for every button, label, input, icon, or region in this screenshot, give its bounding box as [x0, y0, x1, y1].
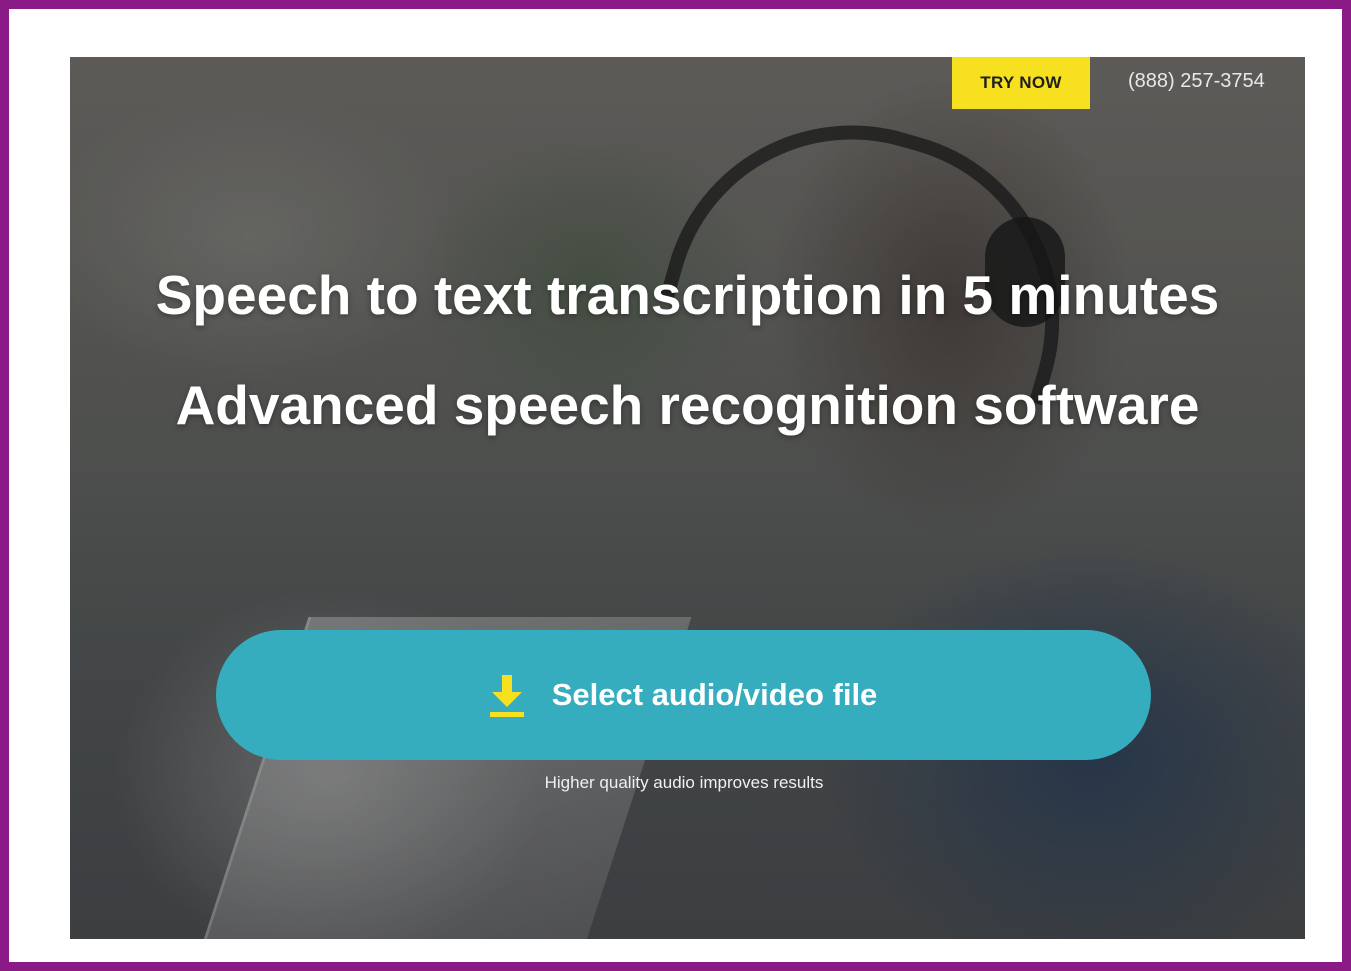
headline-primary: Speech to text transcription in 5 minute… — [155, 264, 1220, 326]
select-file-label: Select audio/video file — [551, 677, 878, 712]
hero-section: TRY NOW (888) 257-3754 Speech to text tr… — [70, 57, 1305, 939]
select-file-button[interactable]: Select audio/video file — [216, 630, 1151, 760]
headline-secondary: Advanced speech recognition software — [175, 374, 1200, 436]
download-icon — [489, 675, 524, 717]
audio-quality-hint: Higher quality audio improves results — [544, 773, 824, 792]
try-now-button[interactable]: TRY NOW — [952, 57, 1090, 109]
hero-overlay — [70, 57, 1305, 939]
phone-number[interactable]: (888) 257-3754 — [1128, 69, 1265, 93]
page-frame: TRY NOW (888) 257-3754 Speech to text tr… — [0, 0, 1351, 971]
